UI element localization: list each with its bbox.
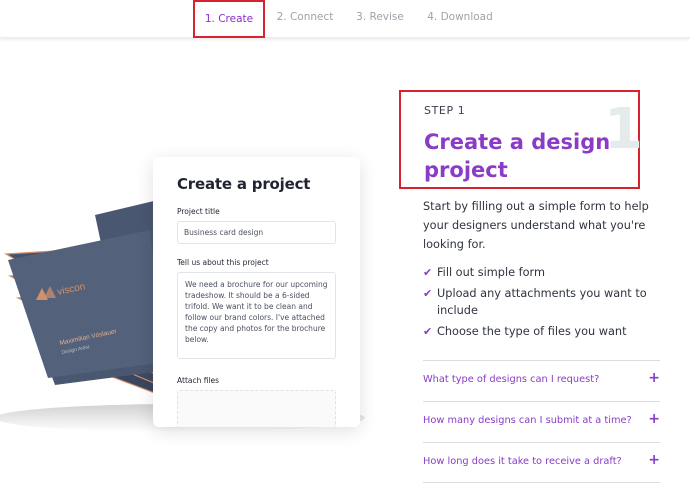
check-icon: ✔	[423, 287, 433, 300]
faq-question[interactable]: What type of designs can I request?	[423, 374, 599, 385]
check-icon: ✔	[423, 266, 433, 279]
faq-question[interactable]: How many designs can I submit at a time?	[423, 415, 632, 426]
plus-icon[interactable]: +	[648, 452, 660, 468]
checklist-item: ✔ Choose the type of files you want	[423, 325, 627, 338]
step-navigation: 1. Create 2. Connect 3. Revise 4. Downlo…	[0, 0, 690, 38]
step-title: Create a design project	[424, 130, 611, 182]
create-project-form-card: Create a project Project title Business …	[153, 157, 360, 427]
illustration: viscon Maximilian Vöslauer Design Artist…	[0, 40, 380, 485]
check-icon: ✔	[423, 325, 433, 338]
tab-connect[interactable]: 2. Connect	[272, 0, 338, 38]
checklist-item: ✔ Upload any attachments you want to incl…	[423, 287, 647, 317]
tab-revise[interactable]: 3. Revise	[352, 0, 408, 38]
faq-item[interactable]: What type of designs can I request? +	[423, 360, 660, 401]
about-project-label: Tell us about this project	[177, 258, 269, 267]
project-title-field: Business card design	[177, 221, 336, 244]
faq-question[interactable]: How long does it take to receive a draft…	[423, 456, 622, 467]
step-label: STEP 1	[424, 104, 466, 117]
about-project-field: We need a brochure for our upcoming trad…	[177, 272, 336, 359]
tab-download[interactable]: 4. Download	[424, 0, 496, 38]
attach-files-label: Attach files	[177, 376, 220, 385]
faq-accordion: What type of designs can I request? + Ho…	[423, 360, 660, 483]
faq-item[interactable]: How many designs can I submit at a time?…	[423, 401, 660, 442]
form-card-title: Create a project	[177, 175, 311, 193]
plus-icon[interactable]: +	[648, 411, 660, 427]
faq-item[interactable]: How long does it take to receive a draft…	[423, 442, 660, 483]
plus-icon[interactable]: +	[648, 370, 660, 386]
checklist-item: ✔ Fill out simple form	[423, 266, 545, 279]
step-highlight-box: 1 STEP 1 Create a design project	[399, 90, 643, 189]
step-intro: Start by filling out a simple form to he…	[423, 200, 649, 251]
project-title-label: Project title	[177, 207, 220, 216]
attach-files-dropzone	[177, 390, 336, 427]
step-checklist: ✔ Fill out simple form ✔ Upload any attach…	[423, 264, 673, 344]
tab-create[interactable]: 1. Create	[193, 0, 265, 38]
